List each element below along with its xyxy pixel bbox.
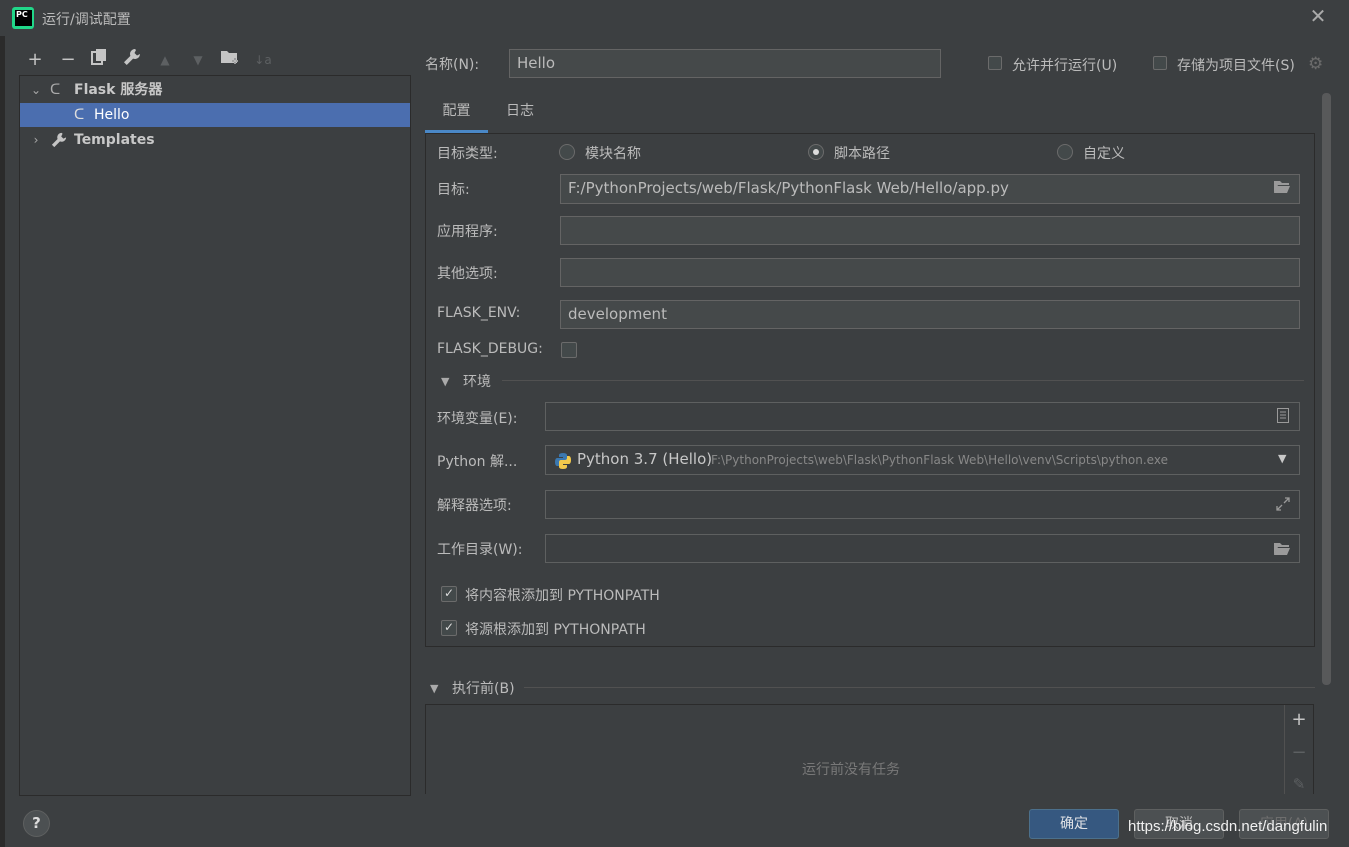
folder-open-icon[interactable] [1273,542,1291,560]
target-label: 目标: [437,182,470,198]
add-configuration-button[interactable]: + [24,48,46,72]
remove-configuration-button[interactable]: − [57,48,79,72]
tab-logs[interactable]: 日志 [490,96,550,130]
radio-custom[interactable] [1057,144,1073,160]
toolbar-divider [1284,705,1285,794]
interpreter-select[interactable]: Python 3.7 (Hello) F:\PythonProjects\web… [545,445,1300,475]
store-as-file-label: 存储为项目文件(S) [1177,58,1295,74]
copy-icon [91,49,106,65]
move-down-button[interactable]: ▼ [187,48,209,72]
move-up-button[interactable]: ▲ [154,48,176,72]
tree-item-hello[interactable]: ᑕ Hello [20,103,410,127]
help-button[interactable]: ? [23,810,50,837]
interpreter-label: Python 解... [437,454,518,470]
folder-add-icon [221,51,238,64]
gear-icon[interactable]: ⚙ [1308,54,1323,74]
content-roots-checkbox[interactable]: ✓ [441,586,457,602]
radio-script-label: 脚本路径 [834,146,890,162]
source-roots-label: 将源根添加到 PYTHONPATH [465,622,646,638]
vertical-scrollbar[interactable] [1322,93,1331,685]
radio-module-name[interactable] [559,144,575,160]
remove-task-button[interactable]: − [1289,742,1309,763]
flask-env-label: FLASK_ENV: [437,305,521,321]
wrench-icon [124,49,140,65]
target-type-label: 目标类型: [437,146,498,162]
flask-debug-checkbox[interactable] [561,342,577,358]
close-icon[interactable]: ✕ [1306,4,1330,32]
parallel-run-checkbox[interactable] [988,56,1002,70]
interpreter-options-label: 解释器选项: [437,498,512,514]
source-roots-checkbox[interactable]: ✓ [441,620,457,636]
tree-item-templates[interactable]: › Templates [20,128,410,152]
tree-item-label: Hello [94,107,130,123]
workdir-input[interactable] [545,534,1300,563]
parallel-run-label: 允许并行运行(U) [1012,58,1118,74]
flask-debug-label: FLASK_DEBUG: [437,341,543,357]
before-launch-panel [425,704,1314,794]
copy-configuration-button[interactable] [88,48,110,72]
content-roots-label: 将内容根添加到 PYTHONPATH [465,588,660,604]
name-input[interactable]: Hello [509,49,941,78]
dropdown-arrow-icon[interactable]: ▼ [1278,446,1286,472]
radio-module-label: 模块名称 [585,146,641,162]
workdir-label: 工作目录(W): [437,542,523,558]
name-label: 名称(N): [425,57,480,73]
before-launch-title[interactable]: 执行前(B) [452,678,515,698]
background-window-strip [0,36,5,847]
env-vars-input[interactable] [545,402,1300,431]
pycharm-logo-icon: PC [12,7,34,29]
tab-config[interactable]: 配置 [425,96,488,133]
tree-item-label: Templates [74,132,155,148]
env-section-title[interactable]: 环境 [463,371,491,391]
sort-button[interactable]: ↓a [252,48,274,72]
ok-button[interactable]: 确定 [1029,809,1119,839]
config-panel [425,133,1315,647]
app-label: 应用程序: [437,224,498,240]
triangle-down-icon[interactable]: ▼ [430,682,438,695]
chevron-right-icon[interactable]: › [29,128,43,152]
add-task-button[interactable]: + [1289,709,1309,730]
configuration-tree[interactable]: ⌄ ᑕ Flask 服务器 ᑕ Hello › Templates [19,75,411,796]
tree-item-flask-server[interactable]: ⌄ ᑕ Flask 服务器 [20,78,410,102]
options-input[interactable] [560,258,1300,287]
edit-task-pencil-icon[interactable]: ✎ [1289,775,1309,793]
radio-custom-label: 自定义 [1083,146,1125,162]
watermark-text: https://blog.csdn.net/dangfulin [1128,818,1328,835]
python-logo-icon [554,452,572,479]
folder-open-icon[interactable] [1273,180,1291,198]
chevron-down-icon[interactable]: ⌄ [29,78,43,102]
expand-icon[interactable] [1276,497,1290,515]
store-as-file-checkbox[interactable] [1153,56,1167,70]
window-title: 运行/调试配置 [42,12,131,28]
document-icon[interactable] [1277,408,1289,427]
radio-script-path[interactable] [808,144,824,160]
options-label: 其他选项: [437,266,498,282]
flask-horn-icon: ᑕ [74,107,85,123]
section-divider [524,687,1315,688]
edit-templates-button[interactable] [121,48,143,72]
no-tasks-text: 运行前没有任务 [802,762,900,778]
env-vars-label: 环境变量(E): [437,411,518,427]
wrench-icon [51,128,67,152]
flask-env-input[interactable]: development [560,300,1300,329]
interpreter-name: Python 3.7 (Hello) [577,450,713,468]
new-folder-button[interactable] [219,48,241,72]
target-path-input[interactable]: F:/PythonProjects/web/Flask/PythonFlask … [560,174,1300,204]
interpreter-path: F:\PythonProjects\web\Flask\PythonFlask … [711,453,1168,467]
interpreter-options-input[interactable] [545,490,1300,519]
app-input[interactable] [560,216,1300,245]
title-bar [0,0,1349,36]
triangle-down-icon[interactable]: ▼ [441,375,449,388]
flask-horn-icon: ᑕ [50,82,61,98]
tree-item-label: Flask 服务器 [74,82,163,98]
section-divider [502,380,1304,381]
